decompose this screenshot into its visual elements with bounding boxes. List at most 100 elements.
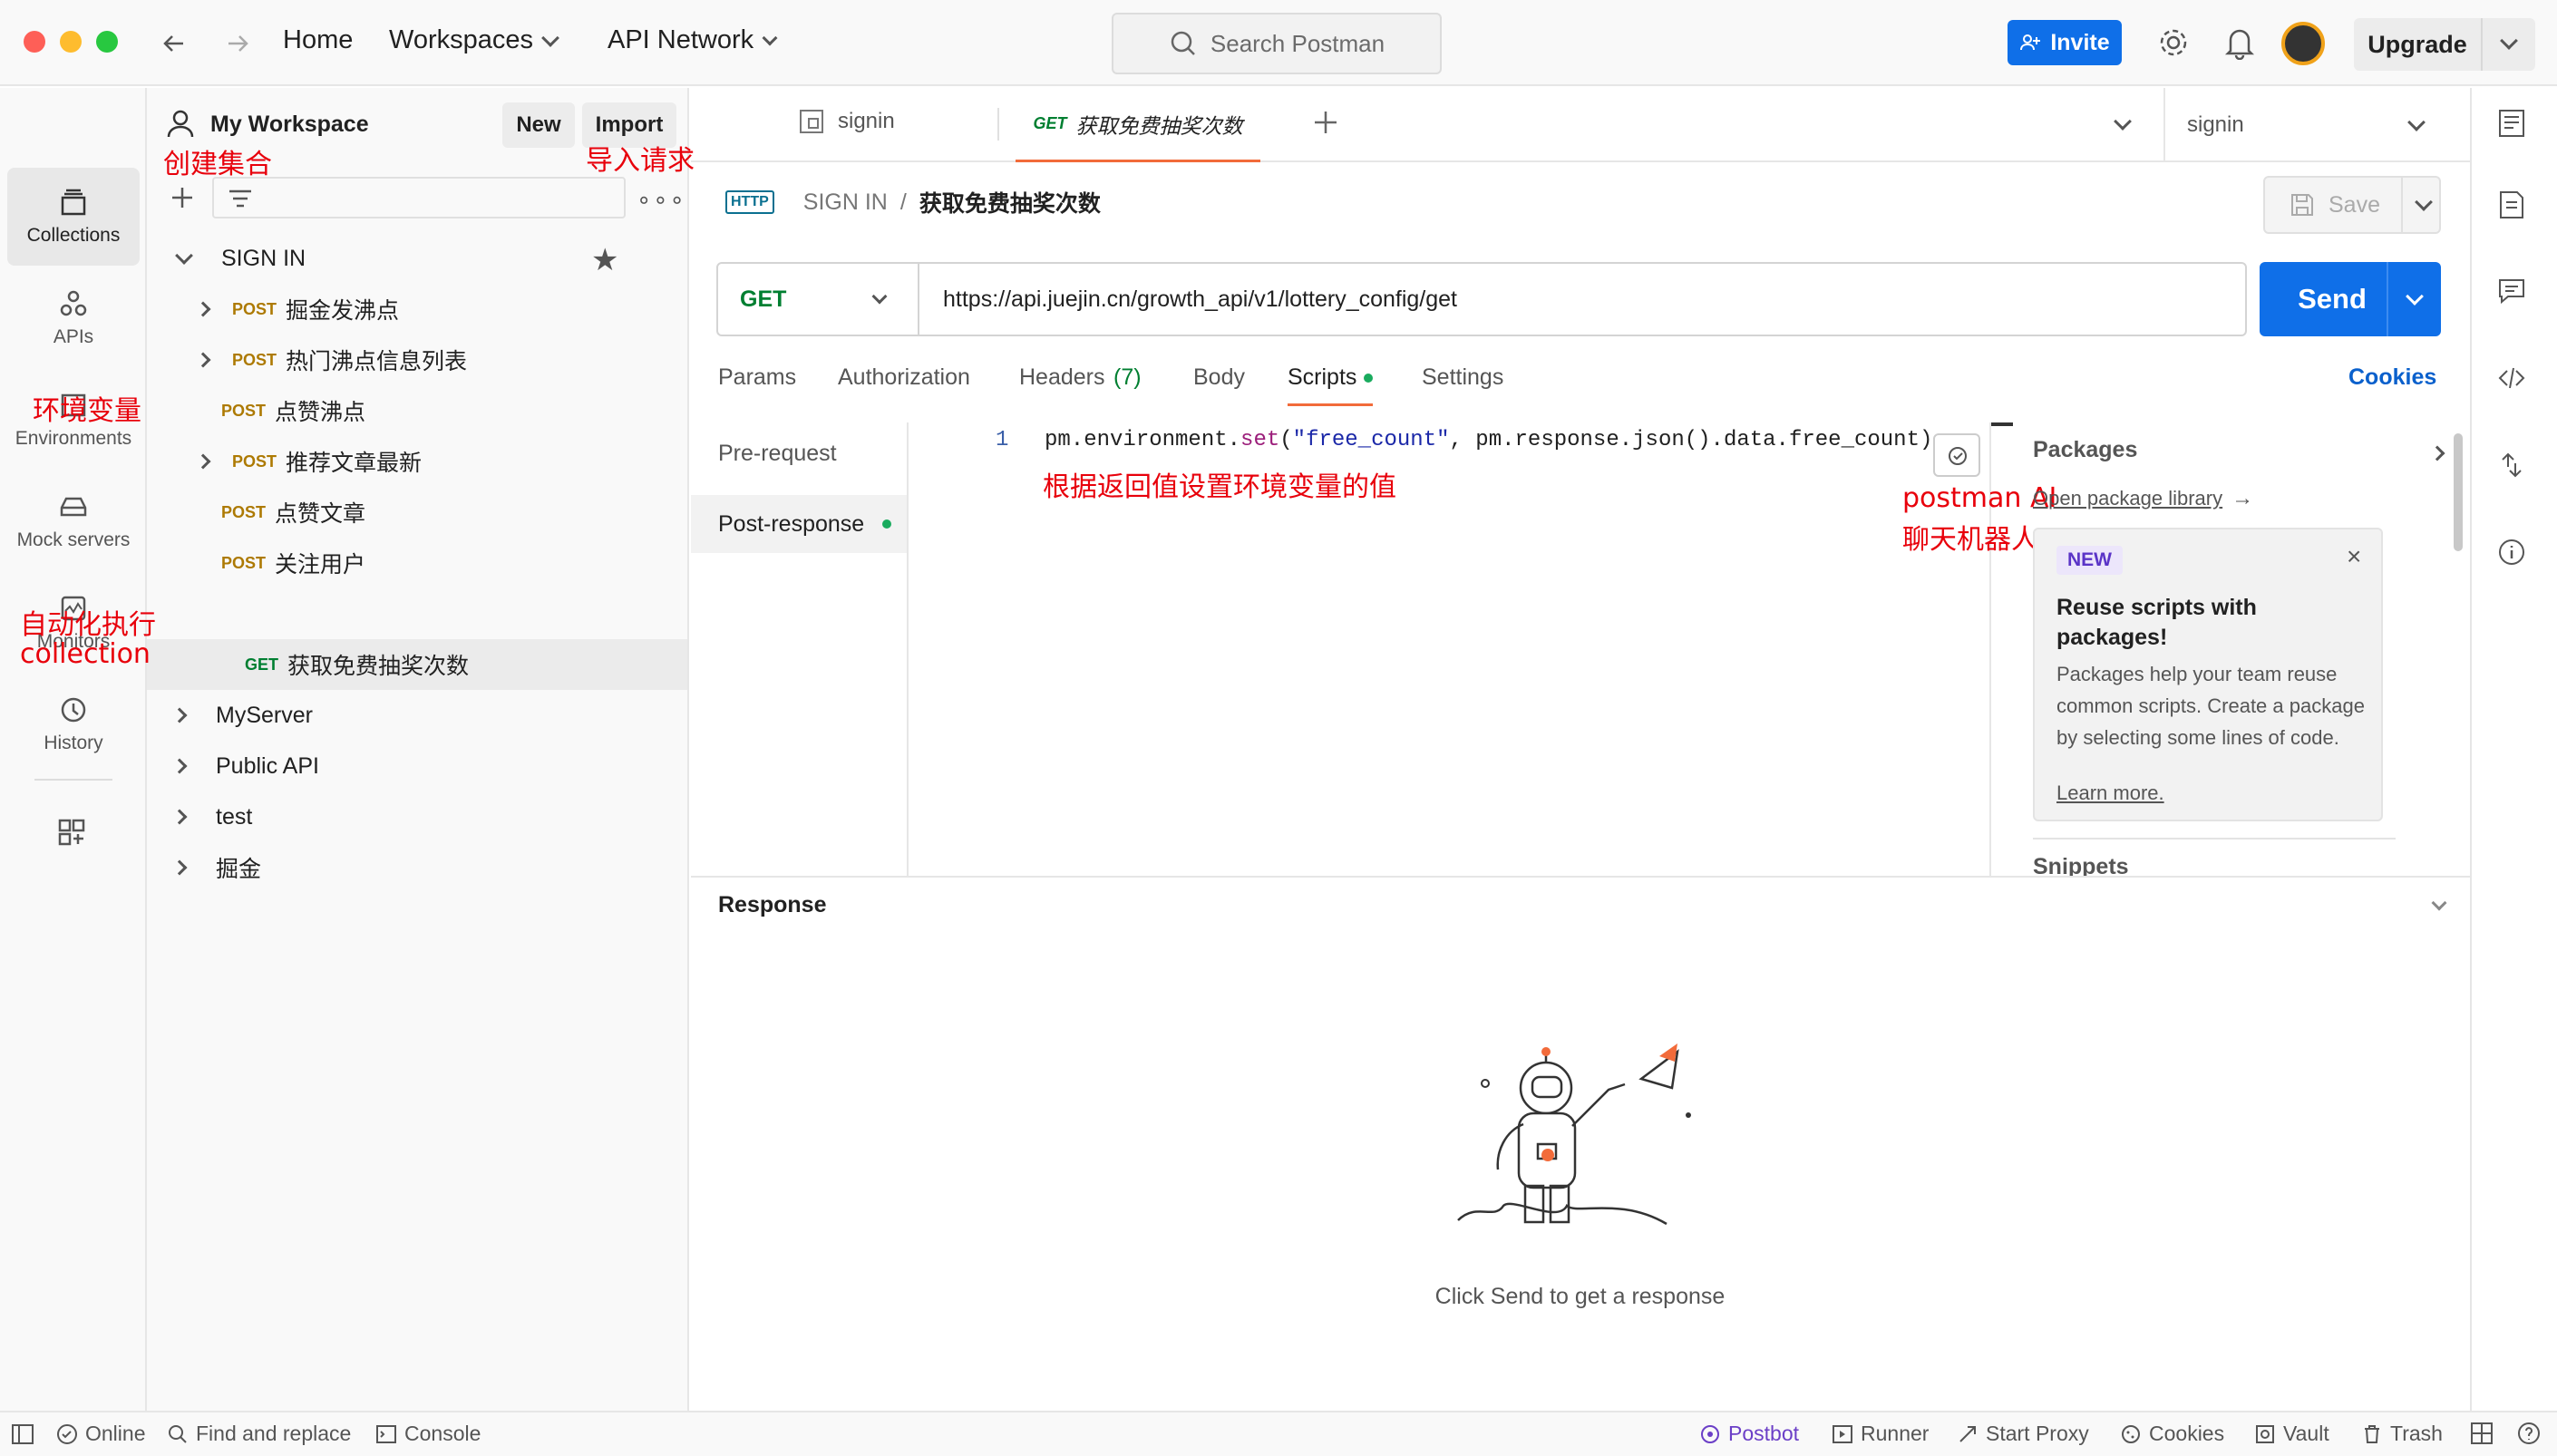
filter-input[interactable] xyxy=(212,177,626,218)
chevron-right-icon[interactable] xyxy=(195,453,211,470)
runner-button[interactable]: Runner xyxy=(1832,1422,1929,1446)
chevron-right-icon[interactable] xyxy=(2429,445,2445,461)
environment-quick-look-icon[interactable] xyxy=(2497,108,2526,139)
tab-active-request[interactable]: GET 获取免费抽奖次数 xyxy=(1016,88,1260,162)
learn-more-link[interactable]: Learn more. xyxy=(2056,781,2164,805)
add-collection-icon[interactable] xyxy=(169,184,196,211)
forward-arrow-icon[interactable] xyxy=(223,29,252,58)
method-select[interactable]: GET xyxy=(718,264,919,335)
postbot-ai-button[interactable] xyxy=(1933,433,1980,477)
notifications-bell-icon[interactable] xyxy=(2223,25,2256,60)
new-button[interactable]: New xyxy=(502,102,575,148)
help-icon[interactable] xyxy=(2517,1422,2541,1445)
collection-item[interactable]: MyServer xyxy=(147,690,687,741)
documentation-icon[interactable] xyxy=(2497,189,2526,220)
upgrade-button[interactable]: Upgrade xyxy=(2354,18,2535,71)
chevron-down-icon xyxy=(2406,287,2424,306)
code-token: , pm.response.json().data.free_count) xyxy=(1449,428,1933,452)
collection-item[interactable]: Public API xyxy=(147,741,687,791)
status-dot xyxy=(882,519,892,529)
collection-sign-in[interactable]: SIGN IN ★ xyxy=(147,233,687,284)
console-button[interactable]: Console xyxy=(375,1422,481,1446)
vault-button[interactable]: Vault xyxy=(2254,1422,2329,1446)
tab-pre-request[interactable]: Pre-request xyxy=(718,441,837,467)
url-input[interactable]: https://api.juejin.cn/growth_api/v1/lott… xyxy=(943,286,1457,313)
annotation-set-env: 根据返回值设置环境变量的值 xyxy=(1043,471,1396,503)
code-icon[interactable] xyxy=(2497,364,2526,393)
comments-icon[interactable] xyxy=(2497,277,2526,306)
tab-scripts-label: Scripts xyxy=(1288,364,1357,390)
collection-item[interactable]: test xyxy=(147,791,687,842)
line-number: 1 xyxy=(996,428,1009,452)
settings-gear-icon[interactable] xyxy=(2156,25,2191,60)
tab-headers[interactable]: Headers xyxy=(1019,364,1105,391)
layout-icon[interactable] xyxy=(2470,1422,2494,1445)
new-label: New xyxy=(516,112,561,137)
new-tab-icon[interactable] xyxy=(1311,108,1340,137)
tab-signin[interactable]: signin xyxy=(798,108,895,135)
online-status[interactable]: Online xyxy=(56,1422,145,1446)
cookies-button[interactable]: Cookies xyxy=(2120,1422,2224,1446)
environment-selector[interactable]: signin xyxy=(2187,88,2459,162)
chevron-down-icon[interactable] xyxy=(2431,895,2447,911)
avatar[interactable] xyxy=(2281,22,2325,65)
tab-params[interactable]: Params xyxy=(718,364,796,391)
start-proxy-button[interactable]: Start Proxy xyxy=(1957,1422,2089,1446)
save-button[interactable]: Save xyxy=(2263,176,2441,234)
related-collections-icon[interactable] xyxy=(2497,451,2526,480)
star-icon[interactable]: ★ xyxy=(591,242,618,278)
request-item[interactable]: POST 推荐文章最新 xyxy=(147,436,687,487)
request-item[interactable]: POST 掘金发沸点 xyxy=(147,284,687,335)
find-replace-button[interactable]: Find and replace xyxy=(167,1422,351,1446)
maximize-window-button[interactable] xyxy=(96,31,118,53)
chevron-right-icon xyxy=(171,859,188,876)
status-dot xyxy=(1364,374,1374,383)
tab-scripts[interactable]: Scripts xyxy=(1288,364,1374,406)
chevron-right-icon[interactable] xyxy=(195,352,211,368)
chevron-down-icon[interactable] xyxy=(2415,193,2433,211)
api-network-menu[interactable]: API Network xyxy=(608,25,778,55)
search-bar[interactable]: Search Postman xyxy=(1112,13,1442,74)
minimize-window-button[interactable] xyxy=(60,31,82,53)
request-item[interactable]: POST 点赞文章 xyxy=(147,487,687,538)
configure-sidebar-icon[interactable] xyxy=(56,817,87,848)
tab-body[interactable]: Body xyxy=(1193,364,1245,391)
url-bar: GET https://api.juejin.cn/growth_api/v1/… xyxy=(716,262,2247,336)
open-package-library-link[interactable]: Open package library → xyxy=(2033,486,2253,511)
cookies-link[interactable]: Cookies xyxy=(2348,364,2436,391)
method-badge: POST xyxy=(232,350,277,369)
tab-settings[interactable]: Settings xyxy=(1422,364,1503,391)
workspaces-menu[interactable]: Workspaces xyxy=(389,25,559,55)
request-item-selected[interactable]: GET 获取免费抽奖次数 xyxy=(147,639,687,690)
rail-history[interactable]: History xyxy=(7,675,140,773)
proxy-icon xyxy=(1959,1425,1976,1442)
tab-post-response[interactable]: Post-response xyxy=(691,495,907,553)
toggle-sidebar-icon[interactable] xyxy=(11,1423,34,1445)
tab-authorization[interactable]: Authorization xyxy=(838,364,970,391)
chevron-right-icon[interactable] xyxy=(195,301,211,317)
send-button[interactable]: Send xyxy=(2260,262,2441,336)
back-arrow-icon[interactable] xyxy=(160,29,189,58)
scrollbar[interactable] xyxy=(2454,433,2463,551)
postbot-button[interactable]: Postbot xyxy=(1699,1422,1799,1446)
invite-button[interactable]: Invite xyxy=(2008,20,2122,65)
request-item[interactable]: POST 点赞沸点 xyxy=(147,385,687,436)
info-icon[interactable] xyxy=(2497,538,2526,567)
tabs-overflow-chevron-icon[interactable] xyxy=(2114,112,2132,131)
chevron-down-icon[interactable] xyxy=(2500,32,2518,50)
request-item[interactable]: POST 热门沸点信息列表 xyxy=(147,335,687,385)
more-options-icon[interactable]: ∘∘∘ xyxy=(637,186,686,214)
rail-apis[interactable]: APIs xyxy=(7,269,140,367)
close-icon[interactable]: × xyxy=(2347,542,2361,571)
search-icon xyxy=(1171,31,1195,55)
rail-collections[interactable]: Collections xyxy=(7,168,140,266)
close-window-button[interactable] xyxy=(24,31,45,53)
breadcrumb-parent[interactable]: SIGN IN xyxy=(803,189,888,216)
rail-mock-servers[interactable]: Mock servers xyxy=(7,472,140,570)
chevron-down-icon xyxy=(762,30,778,45)
trash-button[interactable]: Trash xyxy=(2361,1422,2443,1446)
home-link[interactable]: Home xyxy=(283,25,353,55)
collection-item[interactable]: 掘金 xyxy=(147,842,687,893)
breadcrumb-separator: / xyxy=(899,189,907,215)
request-item[interactable]: POST 关注用户 xyxy=(147,538,687,588)
